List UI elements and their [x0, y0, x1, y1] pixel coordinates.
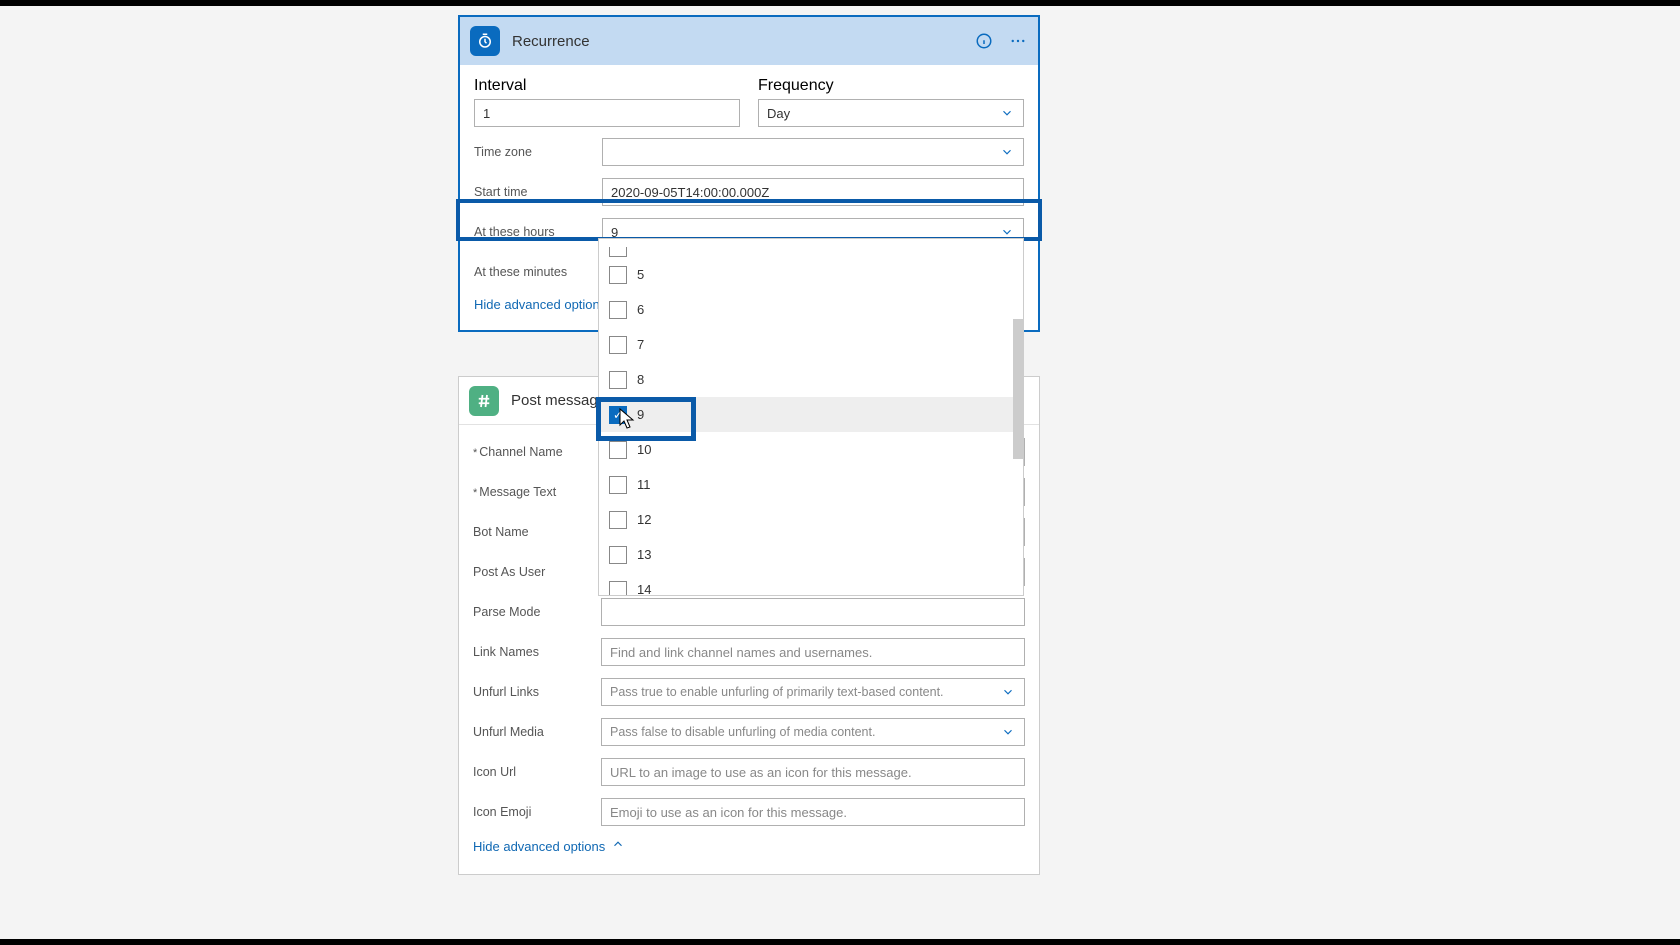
- hours-option-13[interactable]: 13: [599, 537, 1023, 572]
- starttime-label: Start time: [474, 185, 602, 199]
- unfurl-media-select[interactable]: Pass false to disable unfurling of media…: [601, 718, 1025, 746]
- frequency-value: Day: [767, 106, 790, 121]
- hide-advanced-link[interactable]: Hide advanced options: [474, 297, 606, 312]
- timezone-label: Time zone: [474, 145, 602, 159]
- checkbox-checked[interactable]: [609, 406, 627, 424]
- option-label: 13: [637, 547, 651, 562]
- checkbox[interactable]: [609, 546, 627, 564]
- unfurl-media-label: Unfurl Media: [473, 725, 601, 739]
- hours-option-8[interactable]: 8: [599, 362, 1023, 397]
- unfurl-links-placeholder: Pass true to enable unfurling of primari…: [610, 685, 944, 699]
- unfurl-links-label: Unfurl Links: [473, 685, 601, 699]
- chevron-down-icon: [999, 105, 1015, 121]
- checkbox[interactable]: [609, 441, 627, 459]
- interval-input[interactable]: [474, 99, 740, 127]
- timezone-select[interactable]: [602, 138, 1024, 166]
- unfurl-links-select[interactable]: Pass true to enable unfurling of primari…: [601, 678, 1025, 706]
- chevron-up-icon: [611, 837, 625, 856]
- chevron-down-icon: [999, 144, 1015, 160]
- interval-label: Interval: [474, 77, 740, 95]
- message-text-label: Message Text: [473, 485, 601, 499]
- frequency-label: Frequency: [758, 77, 1024, 95]
- hours-option-12[interactable]: 12: [599, 502, 1023, 537]
- bot-name-label: Bot Name: [473, 525, 601, 539]
- hash-icon: [469, 386, 499, 416]
- link-names-label: Link Names: [473, 645, 601, 659]
- hours-label: At these hours: [474, 225, 602, 239]
- option-label: 5: [637, 267, 644, 282]
- chevron-down-icon: [1000, 684, 1016, 700]
- parse-mode-label: Parse Mode: [473, 605, 601, 619]
- checkbox[interactable]: [609, 266, 627, 284]
- option-label: 8: [637, 372, 644, 387]
- hours-option-10[interactable]: 10: [599, 432, 1023, 467]
- checkbox[interactable]: [609, 336, 627, 354]
- hours-option-14[interactable]: 14: [599, 572, 1023, 595]
- starttime-input[interactable]: [602, 178, 1024, 206]
- hours-option-7[interactable]: 7: [599, 327, 1023, 362]
- unfurl-media-placeholder: Pass false to disable unfurling of media…: [610, 725, 875, 739]
- link-names-input[interactable]: [601, 638, 1025, 666]
- option-label: 14: [637, 582, 651, 595]
- option-label: 6: [637, 302, 644, 317]
- recurrence-title: Recurrence: [512, 33, 590, 50]
- channel-name-label: Channel Name: [473, 445, 601, 459]
- icon-url-input[interactable]: [601, 758, 1025, 786]
- icon-emoji-label: Icon Emoji: [473, 805, 601, 819]
- hours-option-6[interactable]: 6: [599, 292, 1023, 327]
- icon-url-label: Icon Url: [473, 765, 601, 779]
- option-label: 11: [637, 477, 651, 492]
- chevron-down-icon: [1000, 724, 1016, 740]
- checkbox[interactable]: [609, 301, 627, 319]
- checkbox[interactable]: [609, 581, 627, 596]
- minutes-label: At these minutes: [474, 265, 602, 279]
- dropdown-scrollbar[interactable]: [1013, 319, 1023, 459]
- hours-option-4[interactable]: 4: [599, 239, 1023, 257]
- hide-advanced-link[interactable]: Hide advanced options: [473, 839, 605, 854]
- frequency-select[interactable]: Day: [758, 99, 1024, 127]
- post-message-title: Post message: [511, 392, 606, 409]
- checkbox[interactable]: [609, 511, 627, 529]
- option-label: 7: [637, 337, 644, 352]
- icon-emoji-input[interactable]: [601, 798, 1025, 826]
- hours-option-5[interactable]: 5: [599, 257, 1023, 292]
- more-menu-icon[interactable]: [1008, 31, 1028, 51]
- parse-mode-select[interactable]: [601, 598, 1025, 626]
- checkbox[interactable]: [609, 371, 627, 389]
- post-as-user-label: Post As User: [473, 565, 601, 579]
- clock-icon: [470, 26, 500, 56]
- checkbox[interactable]: [609, 247, 627, 257]
- option-label: 10: [637, 442, 651, 457]
- option-label: 12: [637, 512, 651, 527]
- info-icon[interactable]: [974, 31, 994, 51]
- recurrence-header[interactable]: Recurrence: [460, 17, 1038, 65]
- hours-option-11[interactable]: 11: [599, 467, 1023, 502]
- hours-option-9[interactable]: 9: [599, 397, 1023, 432]
- option-label: 9: [637, 407, 644, 422]
- hours-dropdown[interactable]: 4 5 6 7 8 9 10 11 12 13 14: [598, 238, 1024, 596]
- checkbox[interactable]: [609, 476, 627, 494]
